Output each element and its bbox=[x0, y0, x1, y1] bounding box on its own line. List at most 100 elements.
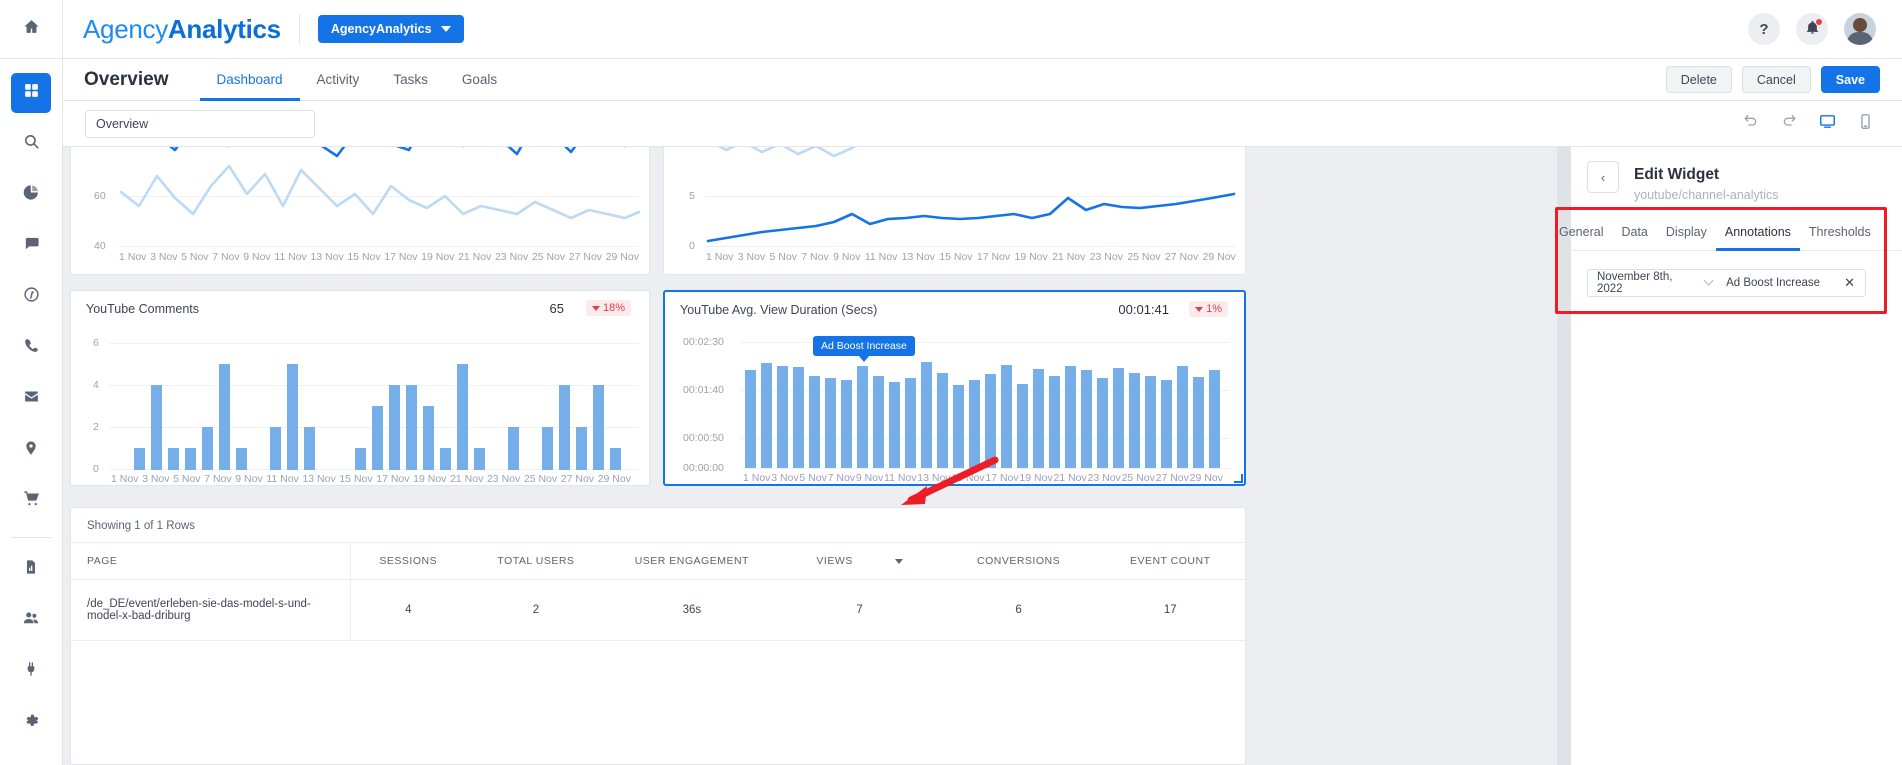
sidebar-item-ecommerce[interactable] bbox=[11, 481, 51, 521]
sidebar-item-search[interactable] bbox=[11, 124, 51, 164]
tab-general[interactable]: General bbox=[1559, 213, 1612, 251]
widget-value: 65 bbox=[549, 301, 564, 316]
x-axis-label: 9 Nov bbox=[833, 251, 861, 263]
trend-down-icon bbox=[1195, 306, 1204, 312]
widget-pages-table[interactable]: Showing 1 of 1 Rows PAGE SESSIONS TOTAL … bbox=[70, 507, 1246, 765]
x-axis-label: 5 Nov bbox=[769, 251, 797, 263]
column-header-conversions[interactable]: CONVERSIONS bbox=[941, 542, 1096, 580]
x-axis-label: 11 Nov bbox=[266, 473, 299, 485]
help-button[interactable]: ? bbox=[1748, 13, 1780, 45]
dashboard-canvas: 80 60 40 1 Nov 3 Nov 5 Nov 7 Nov 9 Nov 1… bbox=[63, 147, 1557, 765]
delta-value: 18% bbox=[602, 302, 625, 314]
x-axis-label: 11 Nov bbox=[884, 472, 917, 484]
users-icon bbox=[22, 609, 40, 632]
undo-icon bbox=[1743, 113, 1759, 134]
widget-resize-handle[interactable] bbox=[1234, 474, 1243, 483]
avatar-body bbox=[1847, 32, 1873, 45]
cancel-button[interactable]: Cancel bbox=[1741, 66, 1811, 93]
column-header-user-engagement[interactable]: USER ENGAGEMENT bbox=[606, 542, 778, 580]
x-axis-label: 1 Nov bbox=[119, 251, 147, 263]
sidebar-item-home[interactable] bbox=[0, 0, 63, 59]
sidebar-item-chat[interactable] bbox=[11, 226, 51, 266]
widget-line-chart-right[interactable]: 10 5 0 1 Nov 3 Nov 5 Nov 7 Nov 9 Nov 11 … bbox=[663, 147, 1246, 275]
sidebar-item-local[interactable] bbox=[11, 430, 51, 470]
search-icon bbox=[23, 133, 40, 155]
sidebar-item-calls[interactable] bbox=[11, 328, 51, 368]
tab-dashboard[interactable]: Dashboard bbox=[199, 59, 300, 101]
chart-annotation-label[interactable]: Ad Boost Increase bbox=[813, 336, 915, 362]
widget-value: 00:01:41 bbox=[1118, 302, 1169, 317]
avatar[interactable] bbox=[1844, 13, 1876, 45]
sidebar-item-clients[interactable] bbox=[11, 600, 51, 640]
x-axis-label: 17 Nov bbox=[384, 251, 418, 263]
tab-thresholds[interactable]: Thresholds bbox=[1800, 213, 1880, 251]
page-tabs: Dashboard Activity Tasks Goals bbox=[199, 59, 515, 101]
delete-button[interactable]: Delete bbox=[1665, 66, 1732, 93]
undo-button[interactable] bbox=[1736, 111, 1766, 137]
panel-header: ‹ Edit Widget youtube/channel-analytics bbox=[1571, 147, 1902, 217]
column-header-event-count[interactable]: EVENT COUNT bbox=[1095, 542, 1245, 580]
chevron-left-icon: ‹ bbox=[1600, 169, 1606, 185]
dashboard-name-input[interactable]: Overview bbox=[85, 109, 315, 138]
plug-icon bbox=[23, 661, 39, 682]
mobile-view-button[interactable] bbox=[1850, 111, 1880, 137]
x-axis-label: 9 Nov bbox=[235, 473, 263, 485]
tab-data[interactable]: Data bbox=[1612, 213, 1656, 251]
widget-line-chart-left[interactable]: 80 60 40 1 Nov 3 Nov 5 Nov 7 Nov 9 Nov 1… bbox=[70, 147, 650, 275]
column-header-sessions[interactable]: SESSIONS bbox=[350, 542, 466, 580]
x-axis-label: 29 Nov bbox=[1189, 472, 1223, 484]
x-axis-label: 21 Nov bbox=[1052, 251, 1086, 263]
annotation-date-picker[interactable]: November 8th, 2022 bbox=[1588, 271, 1714, 295]
sidebar-item-integrations[interactable] bbox=[11, 651, 51, 691]
widget-youtube-avg-view-duration[interactable]: YouTube Avg. View Duration (Secs) 00:01:… bbox=[663, 290, 1246, 486]
x-axis-labels: 1 Nov 3 Nov 5 Nov 7 Nov 9 Nov 11 Nov 13 … bbox=[111, 473, 631, 485]
sidebar-item-settings[interactable] bbox=[11, 702, 51, 742]
table-row[interactable]: /de_DE/event/erleben-sie-das-model-s-und… bbox=[71, 579, 1245, 641]
x-axis-label: 19 Nov bbox=[413, 473, 447, 485]
save-button[interactable]: Save bbox=[1820, 66, 1880, 93]
x-axis-label: 9 Nov bbox=[855, 472, 884, 484]
x-axis-label: 23 Nov bbox=[494, 251, 529, 263]
sidebar-item-email[interactable] bbox=[11, 379, 51, 419]
account-selector-button[interactable]: AgencyAnalytics bbox=[317, 15, 464, 43]
panel-back-button[interactable]: ‹ bbox=[1587, 161, 1619, 193]
sidebar-item-analytics[interactable] bbox=[11, 175, 51, 215]
sidebar-item-dashboards[interactable] bbox=[11, 73, 51, 113]
trend-down-icon bbox=[591, 305, 600, 311]
widget-youtube-comments[interactable]: YouTube Comments 65 18% 6 4 2 0 1 Nov 3 … bbox=[70, 290, 650, 486]
tab-tasks[interactable]: Tasks bbox=[376, 59, 445, 101]
column-header-views[interactable]: VIEWS bbox=[777, 542, 942, 580]
remove-annotation-button[interactable]: ✕ bbox=[1844, 275, 1855, 291]
annotation-label-input[interactable] bbox=[1726, 277, 1845, 289]
tab-display[interactable]: Display bbox=[1657, 213, 1716, 251]
x-axis-label: 3 Nov bbox=[150, 251, 178, 263]
x-axis-label: 13 Nov bbox=[310, 251, 344, 263]
chart-right-plot: 10 5 0 1 Nov 3 Nov 5 Nov 7 Nov 9 Nov 11 … bbox=[664, 147, 1247, 276]
x-axis-label: 27 Nov bbox=[560, 473, 595, 485]
top-bar: AgencyAnalytics AgencyAnalytics ? bbox=[63, 0, 1902, 59]
redo-button[interactable] bbox=[1774, 111, 1804, 137]
page-title: Overview bbox=[84, 68, 169, 90]
desktop-view-button[interactable] bbox=[1812, 111, 1842, 137]
column-header-total-users[interactable]: TOTAL USERS bbox=[465, 542, 607, 580]
sort-descending-icon[interactable] bbox=[894, 558, 903, 564]
x-axis-label: 11 Nov bbox=[864, 251, 898, 263]
tab-annotations[interactable]: Annotations bbox=[1715, 213, 1800, 251]
x-axis-label: 25 Nov bbox=[531, 251, 566, 263]
notifications-button[interactable] bbox=[1796, 13, 1828, 45]
column-header-page[interactable]: PAGE bbox=[71, 542, 351, 580]
x-axis-label: 17 Nov bbox=[985, 472, 1019, 484]
x-axis-label: 13 Nov bbox=[917, 472, 951, 484]
x-axis-label: 27 Nov bbox=[1155, 472, 1189, 484]
pie-chart-icon bbox=[23, 184, 40, 206]
report-file-icon bbox=[23, 559, 39, 580]
tab-goals[interactable]: Goals bbox=[445, 59, 514, 101]
sidebar-item-social[interactable] bbox=[11, 277, 51, 317]
sidebar-item-reports[interactable] bbox=[11, 549, 51, 589]
account-selector-label: AgencyAnalytics bbox=[330, 22, 432, 36]
tab-activity[interactable]: Activity bbox=[300, 59, 377, 101]
x-axis-label: 7 Nov bbox=[212, 251, 240, 263]
brand-logo: AgencyAnalytics bbox=[83, 14, 281, 45]
x-axis-label: 29 Nov bbox=[1202, 251, 1236, 263]
brand-divider bbox=[298, 14, 300, 44]
